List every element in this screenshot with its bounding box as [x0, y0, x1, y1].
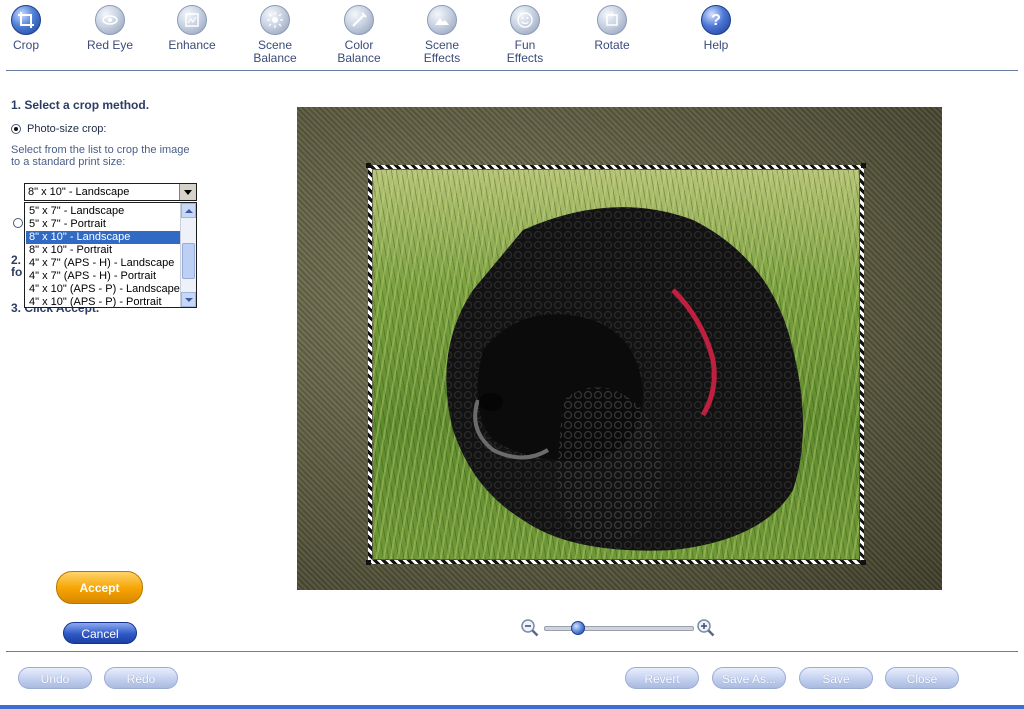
tool-red-eye[interactable]: Red Eye	[72, 5, 148, 52]
dropdown-option[interactable]: 5" x 7" - Portrait	[26, 218, 180, 231]
dropdown-option[interactable]: 4" x 10" (APS - P) - Portrait	[26, 296, 180, 307]
cancel-button[interactable]: Cancel	[63, 622, 137, 644]
redo-button[interactable]: Redo	[104, 667, 178, 689]
scene-effects-icon	[427, 5, 457, 35]
scene-balance-icon	[260, 5, 290, 35]
dropdown-option[interactable]: 8" x 10" - Portrait	[26, 244, 180, 257]
dropdown-option[interactable]: 4" x 7" (APS - H) - Landscape	[26, 257, 180, 270]
crop-rectangle[interactable]	[368, 165, 864, 564]
dropdown-option-selected[interactable]: 8" x 10" - Landscape	[26, 231, 180, 244]
tool-crop[interactable]: Crop	[0, 5, 64, 52]
tool-label: Enhance	[168, 38, 216, 52]
footer-divider	[6, 651, 1018, 652]
window-bottom-edge	[0, 705, 1024, 709]
smiley-icon	[510, 5, 540, 35]
photo-size-crop-option[interactable]: Photo-size crop:	[11, 123, 106, 135]
scroll-thumb[interactable]	[182, 243, 195, 279]
tool-fun-effects[interactable]: Fun Effects	[487, 5, 563, 65]
save-as-button[interactable]: Save As...	[712, 667, 786, 689]
tool-label: Color Balance	[337, 38, 381, 65]
crop-handle-bottom-left[interactable]	[366, 560, 371, 565]
close-button[interactable]: Close	[885, 667, 959, 689]
zoom-thumb[interactable]	[570, 621, 585, 635]
tool-rotate[interactable]: Rotate	[574, 5, 650, 52]
save-button[interactable]: Save	[799, 667, 873, 689]
print-size-dropdown[interactable]: 5" x 7" - Landscape 5" x 7" - Portrait 8…	[24, 202, 197, 308]
zoom-slider[interactable]	[520, 617, 720, 641]
tool-label: Rotate	[594, 38, 630, 52]
tool-label: Fun Effects	[506, 38, 544, 65]
zoom-out-icon[interactable]	[520, 618, 540, 638]
print-size-value: 8" x 10" - Landscape	[28, 186, 130, 198]
crop-handle-top-left[interactable]	[366, 163, 371, 168]
dropdown-scrollbar[interactable]	[180, 203, 196, 307]
print-size-select[interactable]: 8" x 10" - Landscape	[24, 183, 197, 201]
eye-icon	[95, 5, 125, 35]
tool-label: Help	[703, 38, 729, 52]
revert-button[interactable]: Revert	[625, 667, 699, 689]
tool-help[interactable]: ? Help	[678, 5, 754, 52]
tool-color-balance[interactable]: Color Balance	[321, 5, 397, 65]
tool-label: Red Eye	[86, 38, 134, 52]
chevron-down-icon[interactable]	[179, 184, 196, 200]
crop-help-text: Select from the list to crop the image t…	[11, 144, 190, 168]
zoom-in-icon[interactable]	[696, 618, 716, 638]
tool-label: Scene Effects	[423, 38, 461, 65]
toolbar-divider	[6, 70, 1018, 71]
step2-heading-line2: fo	[11, 265, 23, 279]
enhance-icon	[177, 5, 207, 35]
undo-button[interactable]: Undo	[18, 667, 92, 689]
photo-size-crop-label: Photo-size crop:	[27, 123, 107, 135]
accept-button[interactable]: Accept	[56, 571, 143, 604]
dropdown-option[interactable]: 4" x 10" (APS - P) - Landscape	[26, 283, 180, 296]
crop-handle-bottom-right[interactable]	[861, 560, 866, 565]
tool-label: Crop	[12, 38, 39, 52]
tool-scene-balance[interactable]: Scene Balance	[237, 5, 313, 65]
help-icon: ?	[701, 5, 731, 35]
crop-icon	[11, 5, 41, 35]
tool-scene-effects[interactable]: Scene Effects	[404, 5, 480, 65]
toolbar: Crop Red Eye Enhance Scene Balance Color…	[0, 0, 1024, 70]
scroll-down-icon[interactable]	[181, 292, 196, 307]
photo-size-crop-radio[interactable]	[11, 124, 21, 134]
dropdown-option[interactable]: 5" x 7" - Landscape	[26, 205, 180, 218]
custom-crop-radio[interactable]	[13, 218, 23, 228]
dropdown-option[interactable]: 4" x 7" (APS - H) - Portrait	[26, 270, 180, 283]
scroll-up-icon[interactable]	[181, 203, 196, 218]
crop-handle-top-right[interactable]	[861, 163, 866, 168]
step1-heading: 1. Select a crop method.	[11, 98, 150, 112]
tool-label: Scene Balance	[253, 38, 297, 65]
rotate-icon	[597, 5, 627, 35]
color-balance-icon	[344, 5, 374, 35]
tool-enhance[interactable]: Enhance	[154, 5, 230, 52]
zoom-track[interactable]	[544, 626, 694, 631]
